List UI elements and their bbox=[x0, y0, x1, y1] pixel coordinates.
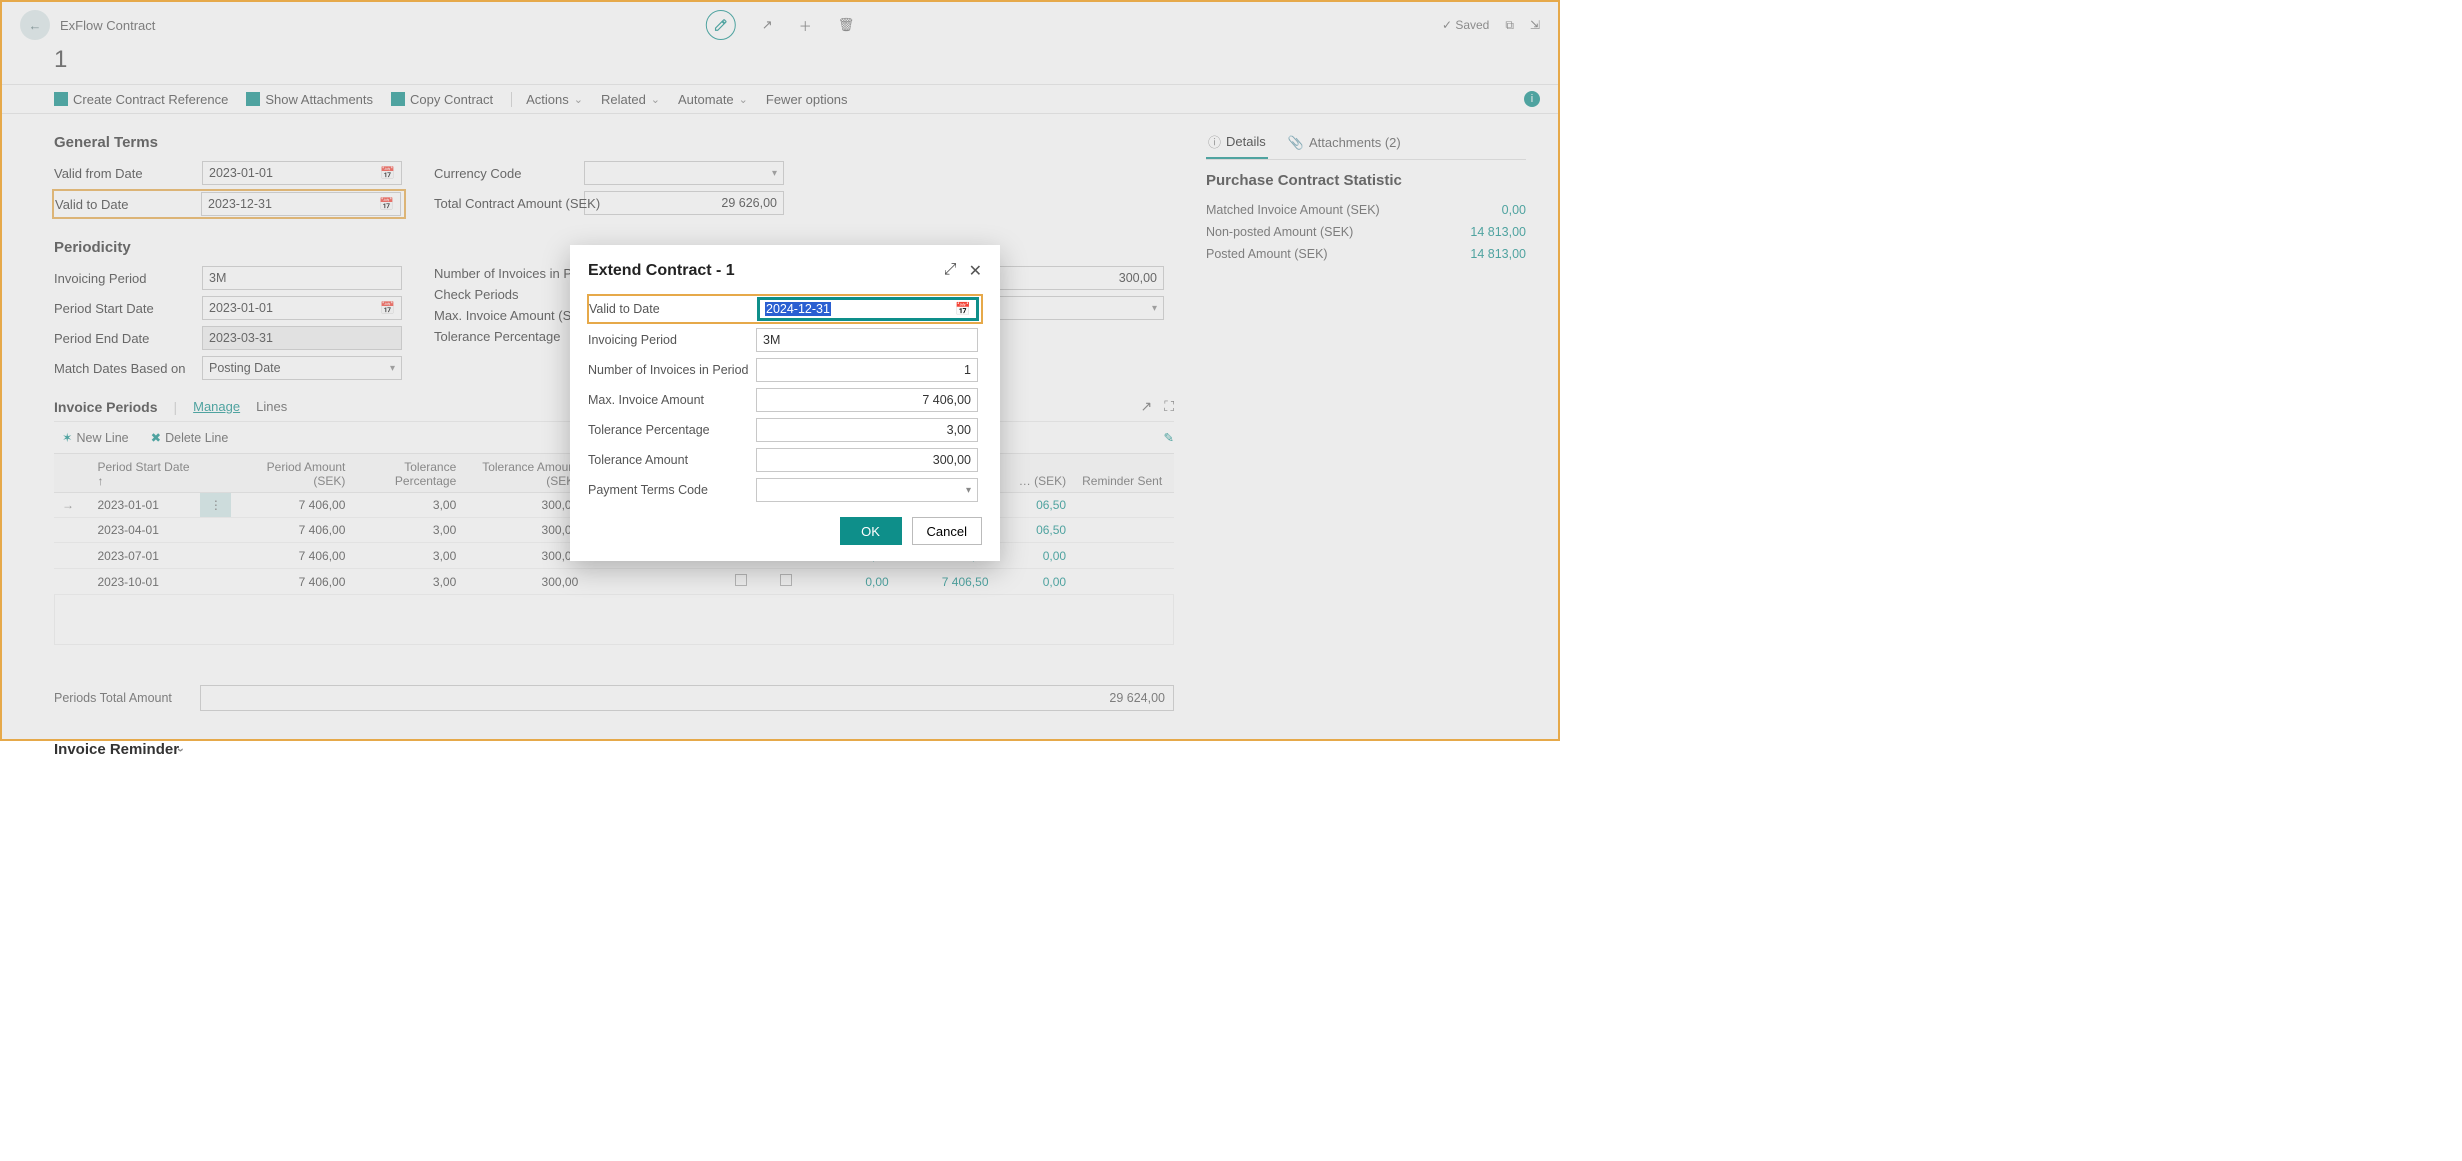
modal-payment-terms-field[interactable]: ▾ bbox=[756, 478, 978, 502]
modal-tol-pct-label: Tolerance Percentage bbox=[588, 423, 756, 437]
modal-invoicing-period-field[interactable]: 3M bbox=[756, 328, 978, 352]
modal-num-invoices-field[interactable]: 1 bbox=[756, 358, 978, 382]
cancel-button[interactable]: Cancel bbox=[912, 517, 982, 545]
modal-invoicing-period-label: Invoicing Period bbox=[588, 333, 756, 347]
invoice-reminder-heading[interactable]: Invoice Reminder bbox=[54, 741, 1174, 758]
modal-max-invoice-field[interactable]: 7 406,00 bbox=[756, 388, 978, 412]
dialog-title: Extend Contract - 1 bbox=[588, 262, 735, 280]
modal-tol-pct-field[interactable]: 3,00 bbox=[756, 418, 978, 442]
calendar-icon[interactable]: 📅 bbox=[955, 302, 971, 317]
ok-button[interactable]: OK bbox=[840, 517, 902, 545]
modal-tol-amt-field[interactable]: 300,00 bbox=[756, 448, 978, 472]
close-dialog-icon[interactable]: ✕ bbox=[969, 261, 982, 281]
modal-tol-amt-label: Tolerance Amount bbox=[588, 453, 756, 467]
chevron-down-icon[interactable]: ▾ bbox=[966, 485, 971, 496]
modal-valid-to-field[interactable]: 2024-12-31 📅 bbox=[757, 297, 979, 321]
modal-max-invoice-label: Max. Invoice Amount bbox=[588, 393, 756, 407]
modal-num-invoices-label: Number of Invoices in Period bbox=[588, 363, 756, 377]
modal-payment-terms-label: Payment Terms Code bbox=[588, 483, 756, 497]
modal-valid-to-label: Valid to Date bbox=[589, 302, 757, 316]
extend-contract-dialog: Extend Contract - 1 ⤢ ✕ Valid to Date 20… bbox=[570, 245, 1000, 561]
expand-dialog-icon[interactable]: ⤢ bbox=[944, 261, 957, 281]
